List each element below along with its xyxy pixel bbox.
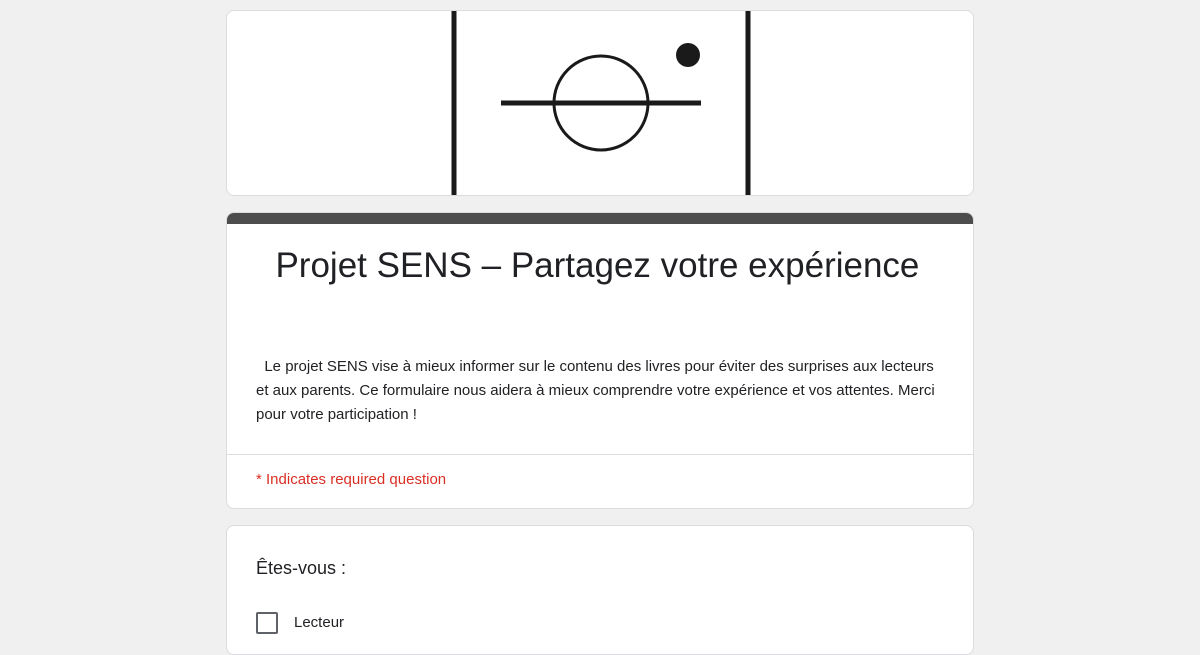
form-accent-bar (227, 213, 973, 224)
checkbox[interactable] (256, 612, 278, 634)
form-title-card: Projet SENS – Partagez votre expérience … (226, 212, 974, 509)
required-question-note: * Indicates required question (256, 471, 447, 488)
option-lecteur[interactable]: Lecteur (256, 612, 344, 634)
question-title: Êtes-vous : (256, 558, 347, 578)
sens-logo-icon (451, 11, 751, 195)
form-title: Projet SENS – Partagez votre expérience (256, 246, 920, 285)
divider (227, 454, 973, 455)
question-card: Êtes-vous : Lecteur (226, 525, 974, 655)
header-image-card (226, 10, 974, 196)
option-label: Lecteur (294, 614, 345, 631)
form-description: Le projet SENS vise à mieux informer sur… (256, 358, 939, 423)
